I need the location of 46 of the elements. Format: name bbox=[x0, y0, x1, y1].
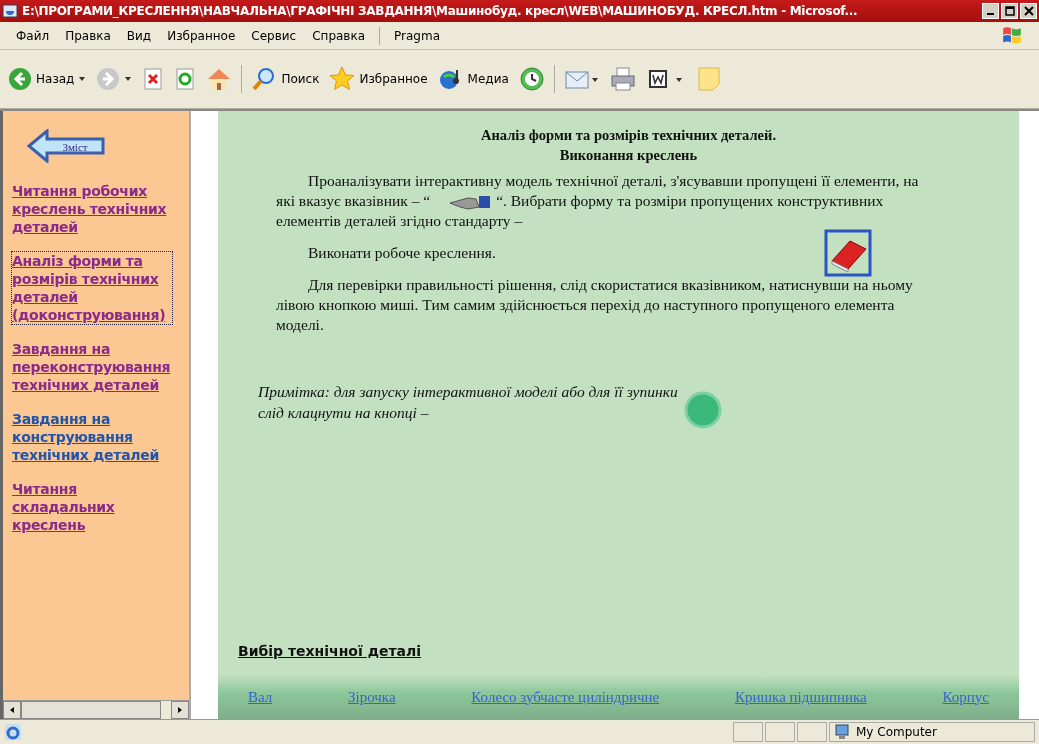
menu-item[interactable]: Pragma bbox=[386, 26, 449, 45]
minimize-button[interactable] bbox=[982, 3, 999, 19]
horizontal-scrollbar[interactable] bbox=[3, 700, 189, 719]
sidebar-link[interactable]: Завдання на конструювання технічних деталей bbox=[11, 409, 173, 465]
sidebar-link[interactable]: Аналіз форми та розмірів технічних деталей (доконструювання) bbox=[11, 251, 173, 325]
instruction-paragraph: Для перевірки правильності рішення, слід скористатися вказівником, натиснувши на ньому лівою кнопкою миші. Тим самим здійснюється перехід до наступного пропущеного елемента моделі. bbox=[276, 275, 914, 336]
sidebar-link[interactable]: Читання робочих креслень технічних деталей bbox=[11, 181, 173, 237]
maximize-button[interactable] bbox=[1001, 3, 1018, 19]
sidebar-link[interactable]: Читання складальних креслень bbox=[11, 479, 173, 535]
status-pane bbox=[797, 722, 827, 742]
instruction-paragraph: Виконати робоче креслення. bbox=[307, 243, 497, 264]
book-icon[interactable] bbox=[824, 229, 872, 277]
dropdown-caret-icon bbox=[78, 75, 87, 83]
pointing-hand-icon bbox=[448, 193, 493, 212]
window-title: E:\ПРОГРАМИ_КРЕСЛЕННЯ\НАВЧАЛЬНА\ГРАФІЧНІ ЗАВДАННЯ\Машинобуд. кресл\WEB\МАШИНОБУД. КРЕСЛ.htm - Microsof... bbox=[22, 4, 859, 18]
computer-icon bbox=[834, 724, 850, 740]
windows-logo-icon bbox=[1001, 24, 1023, 47]
close-button[interactable] bbox=[1020, 3, 1037, 19]
note-text: Примітка: для запуску інтерактивної моделі або для її зупинки слід клацнути на кнопці – bbox=[258, 382, 678, 424]
maximize-icon bbox=[1004, 6, 1015, 16]
search-button[interactable]: Поиск bbox=[247, 64, 324, 94]
menu-item[interactable]: Файл bbox=[8, 26, 58, 45]
browser-icon bbox=[2, 3, 18, 19]
star-icon bbox=[329, 66, 356, 92]
zone-label: My Computer bbox=[856, 725, 937, 739]
sidebar-link[interactable]: Завдання на переконструювання технічних деталей bbox=[11, 339, 173, 395]
menu-item[interactable]: Правка bbox=[57, 26, 119, 45]
right-arrow-icon bbox=[176, 706, 184, 714]
menu-item[interactable]: Избранное bbox=[159, 26, 244, 45]
menu-item[interactable]: Справка bbox=[304, 26, 374, 45]
page-title: Аналіз форми та розмірів технічних деталей. Виконання креслень bbox=[480, 126, 777, 165]
left-arrow-icon bbox=[8, 706, 16, 714]
minimize-icon bbox=[987, 13, 994, 15]
contents-arrow-button[interactable]: Зміст bbox=[27, 129, 107, 163]
dropdown-caret-icon bbox=[124, 75, 133, 83]
back-button[interactable]: Назад bbox=[4, 65, 91, 93]
menu-item[interactable]: Сервис bbox=[243, 26, 305, 45]
favorites-button[interactable]: Избранное bbox=[325, 64, 432, 94]
status-pane bbox=[733, 722, 763, 742]
status-pane bbox=[765, 722, 795, 742]
start-stop-button[interactable] bbox=[684, 391, 722, 430]
section-heading: Вибір технічної деталі bbox=[238, 643, 423, 659]
instruction-paragraph: Проаналізувати інтерактивну модель технічної деталі, з'ясувавши пропущені її елементи, на які вказує вказівник – “ “. Вибрати форму та розміри пропущених конструктивних елементів деталей згідно стандарту – bbox=[276, 171, 919, 232]
menu-item[interactable]: Вид bbox=[118, 26, 160, 45]
media-button[interactable]: Медиа bbox=[433, 64, 513, 94]
close-icon bbox=[1023, 6, 1034, 16]
